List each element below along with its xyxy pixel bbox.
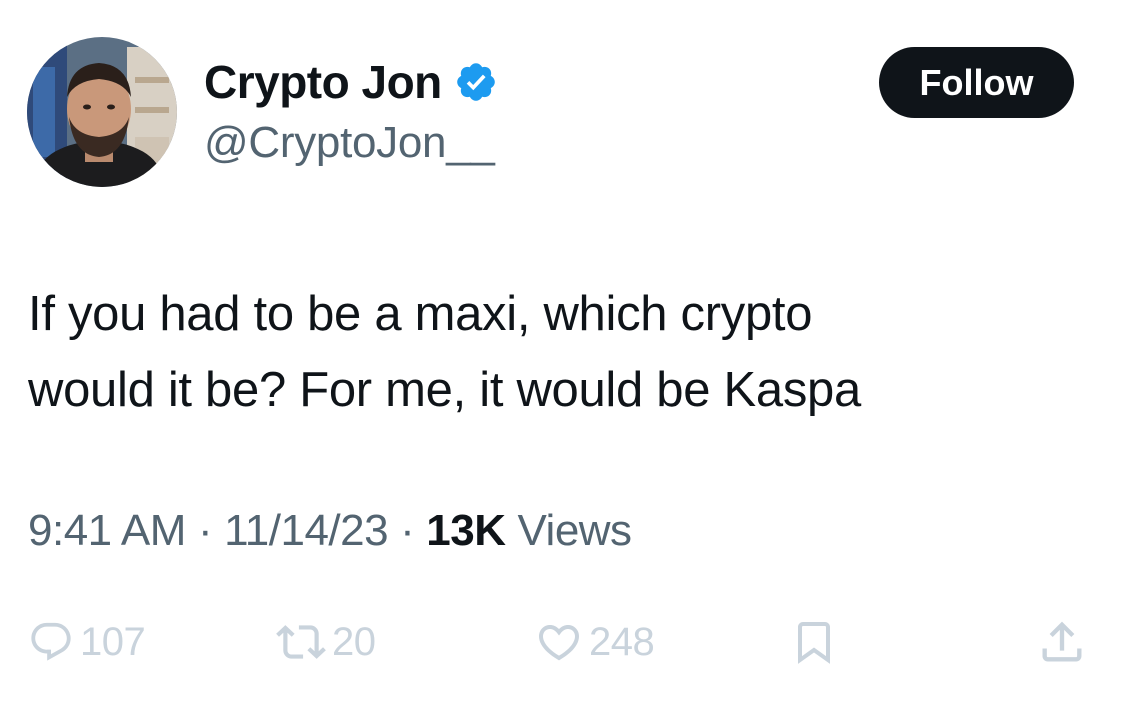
meta-separator: · xyxy=(197,506,213,555)
views-label: Views xyxy=(517,506,632,555)
reply-icon xyxy=(31,622,71,661)
handle[interactable]: @CryptoJon__ xyxy=(204,118,495,168)
tweet-date[interactable]: 11/14/23 xyxy=(224,506,389,556)
heart-icon xyxy=(538,625,580,661)
tweet-text-line-1: If you had to be a maxi, which crypto xyxy=(28,287,813,341)
author-name-row: Crypto Jon xyxy=(204,56,498,108)
tweet-card: Crypto Jon @CryptoJon__ Follow If you ha… xyxy=(0,0,1125,723)
action-bar: 107 20 248 xyxy=(0,612,1125,672)
avatar-photo xyxy=(27,37,177,187)
like-button[interactable]: 248 xyxy=(535,612,655,672)
tweet-meta: 9:41 AM · 11/14/23 · 13K Views xyxy=(28,506,632,556)
tweet-text-line-2: would it be? For me, it would be Kaspa xyxy=(28,363,861,417)
avatar[interactable] xyxy=(27,37,177,187)
bookmark-button[interactable] xyxy=(790,612,838,672)
tweet-time[interactable]: 9:41 AM xyxy=(28,506,186,556)
follow-button[interactable]: Follow xyxy=(879,47,1074,118)
like-count: 248 xyxy=(589,619,655,664)
bookmark-icon xyxy=(798,622,830,664)
retweet-icon xyxy=(276,625,326,659)
retweet-count: 20 xyxy=(332,619,376,664)
tweet-text: If you had to be a maxi, which crypto wo… xyxy=(28,276,1088,428)
display-name[interactable]: Crypto Jon xyxy=(204,55,442,109)
reply-button[interactable]: 107 xyxy=(28,612,146,672)
meta-separator: · xyxy=(400,506,415,555)
reply-count: 107 xyxy=(80,619,146,664)
verified-badge-icon[interactable] xyxy=(454,60,498,104)
share-icon xyxy=(1042,621,1082,662)
retweet-button[interactable]: 20 xyxy=(276,612,376,672)
views-count: 13K xyxy=(426,506,506,555)
share-button[interactable] xyxy=(1036,612,1088,672)
